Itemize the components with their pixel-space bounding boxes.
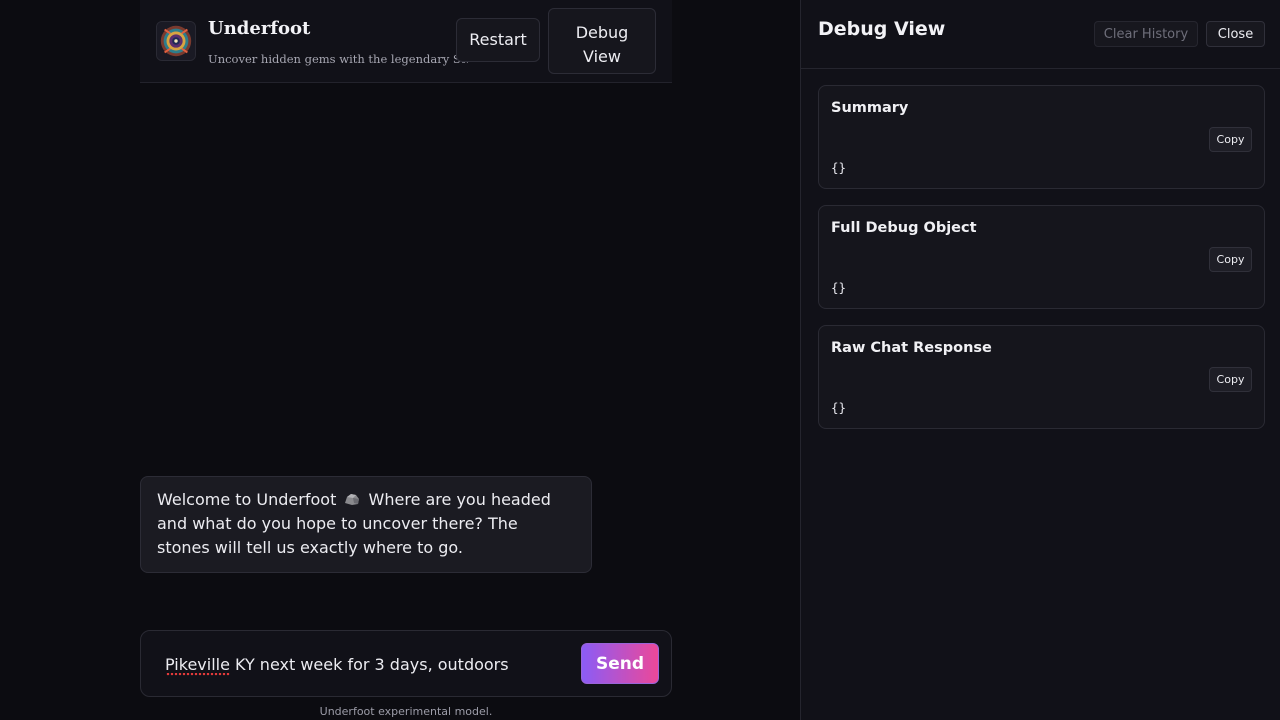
card-json-content: {} [831,400,847,415]
debug-card-full-object: Full Debug Object Copy {} [818,205,1265,309]
clear-history-button[interactable]: Clear History [1094,21,1198,47]
footer-note: Underfoot experimental model. [319,705,493,718]
app-subtitle: Uncover hidden gems with the legendary S… [208,52,468,66]
debug-view-button[interactable]: Debug View [548,8,656,74]
spellcheck-underline [166,673,230,676]
card-title: Raw Chat Response [831,340,992,356]
app-root: Underfoot Uncover hidden gems with the l… [0,0,1280,720]
card-json-content: {} [831,160,847,175]
copy-button[interactable]: Copy [1209,127,1252,152]
app-title: Underfoot [208,18,311,39]
close-button[interactable]: Close [1206,21,1265,47]
debug-view-button-line1: Debug [575,23,629,42]
chat-column: Underfoot Uncover hidden gems with the l… [140,0,672,720]
debug-panel-title: Debug View [818,18,946,40]
restart-button[interactable]: Restart [456,18,540,62]
copy-button[interactable]: Copy [1209,367,1252,392]
debug-panel-header: Debug View Clear History Close [801,0,1280,69]
debug-view-button-line2: View [583,47,621,66]
debug-card-raw-response: Raw Chat Response Copy {} [818,325,1265,429]
composer: Send [140,630,672,697]
copy-button[interactable]: Copy [1209,247,1252,272]
app-logo-icon [156,21,196,61]
card-title: Summary [831,100,909,116]
debug-panel: Debug View Clear History Close Summary C… [800,0,1280,720]
send-button[interactable]: Send [581,643,659,684]
card-json-content: {} [831,280,847,295]
rock-icon [345,494,360,505]
message-text-start: Welcome to Underfoot [157,490,337,509]
message-input[interactable] [153,643,573,685]
chat-header: Underfoot Uncover hidden gems with the l… [140,0,672,83]
debug-card-summary: Summary Copy {} [818,85,1265,189]
assistant-message: Welcome to Underfoot Where are you heade… [140,476,592,573]
card-title: Full Debug Object [831,220,977,236]
